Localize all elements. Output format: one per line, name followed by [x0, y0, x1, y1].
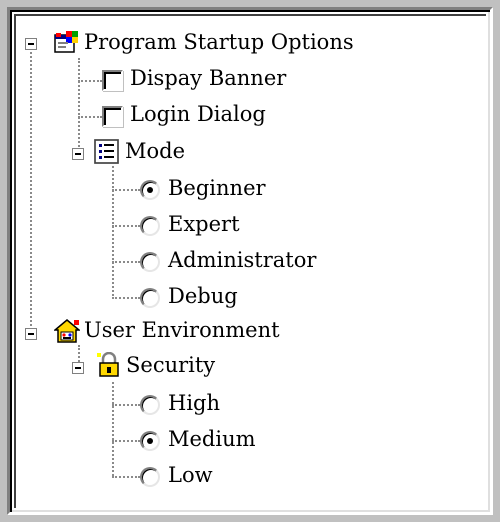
- display-banner-checkbox[interactable]: [102, 70, 123, 91]
- tree-line: [112, 440, 140, 442]
- tree-line: [112, 382, 114, 476]
- administrator-radio[interactable]: [140, 252, 160, 272]
- tree-line: [112, 297, 140, 299]
- user-environment-icon: [54, 318, 80, 344]
- options-tree-view[interactable]: Program Startup Options Dispay Banner Lo…: [7, 7, 493, 515]
- security-label[interactable]: Security: [126, 352, 215, 378]
- low-label[interactable]: Low: [168, 462, 213, 488]
- low-radio[interactable]: [140, 467, 160, 487]
- options-tree-window: Program Startup Options Dispay Banner Lo…: [0, 0, 500, 522]
- beginner-label[interactable]: Beginner: [168, 175, 266, 201]
- collapse-user-environment-button[interactable]: [25, 328, 37, 340]
- high-label[interactable]: High: [168, 390, 220, 416]
- collapse-security-button[interactable]: [72, 362, 84, 374]
- user-environment-label[interactable]: User Environment: [84, 317, 280, 343]
- display-banner-label[interactable]: Dispay Banner: [130, 65, 286, 91]
- tree-line: [112, 189, 140, 191]
- mode-label[interactable]: Mode: [125, 138, 185, 164]
- collapse-mode-button[interactable]: [72, 148, 84, 160]
- tree-line: [78, 116, 102, 118]
- tree-line: [112, 166, 114, 296]
- lock-icon: [96, 352, 122, 378]
- tree-line: [112, 476, 140, 478]
- tree-line: [112, 404, 140, 406]
- list-icon: [94, 139, 120, 165]
- tree-line: [30, 44, 32, 330]
- tree-line: [112, 225, 140, 227]
- login-dialog-checkbox[interactable]: [102, 106, 123, 127]
- high-radio[interactable]: [140, 395, 160, 415]
- debug-label[interactable]: Debug: [168, 283, 238, 309]
- program-startup-options-label[interactable]: Program Startup Options: [84, 29, 354, 55]
- collapse-program-startup-button[interactable]: [25, 38, 37, 50]
- debug-radio[interactable]: [140, 288, 160, 308]
- expert-label[interactable]: Expert: [168, 211, 240, 237]
- tree-line: [78, 58, 80, 154]
- tree-line: [112, 261, 140, 263]
- medium-label[interactable]: Medium: [168, 426, 256, 452]
- expert-radio[interactable]: [140, 216, 160, 236]
- beginner-radio[interactable]: [140, 180, 160, 200]
- medium-radio[interactable]: [140, 431, 160, 451]
- program-window-icon: [54, 30, 80, 56]
- administrator-label[interactable]: Administrator: [168, 247, 316, 273]
- login-dialog-label[interactable]: Login Dialog: [130, 101, 266, 127]
- tree-line: [78, 80, 102, 82]
